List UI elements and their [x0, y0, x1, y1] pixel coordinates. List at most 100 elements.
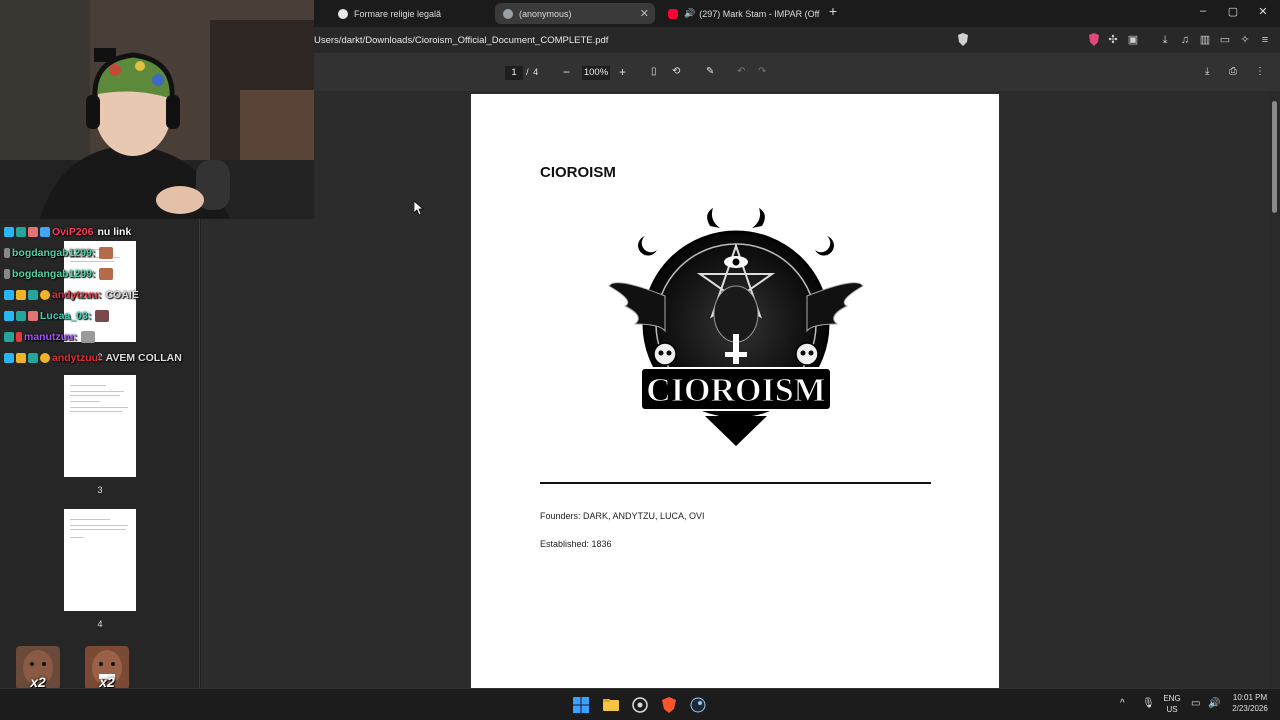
- redo-icon[interactable]: ↷: [758, 66, 766, 77]
- number-badge-icon: [40, 290, 50, 300]
- horizontal-rule: [540, 482, 931, 484]
- chat-username: andytzuu:: [52, 289, 102, 301]
- tray-overflow-icon[interactable]: ^: [1120, 698, 1125, 709]
- url-field[interactable]: Users/darkt/Downloads/Cioroism_Official_…: [314, 35, 608, 46]
- volume-icon[interactable]: 🔊: [1208, 698, 1220, 709]
- thumbnail-page[interactable]: [64, 375, 136, 477]
- network-icon[interactable]: ▭: [1191, 698, 1200, 709]
- file-explorer-icon[interactable]: [603, 697, 619, 713]
- subscriber-badge-icon: [16, 311, 26, 321]
- page-total: 4: [533, 67, 539, 78]
- brave-browser-icon[interactable]: [661, 697, 677, 713]
- subscriber-badge-icon: [28, 353, 38, 363]
- annotate-icon[interactable]: ✎: [706, 66, 714, 77]
- moderator-badge-icon: [4, 227, 14, 237]
- more-options-icon[interactable]: ⋮: [1255, 66, 1265, 77]
- emote-icon: [99, 268, 114, 280]
- thumbnail-line: [70, 407, 128, 408]
- chat-username: andytzuu:: [52, 352, 102, 364]
- moderator-badge-icon: [4, 353, 14, 363]
- site-favicon-icon: [338, 8, 348, 19]
- chat-message: andytzuu: AVEM COLLAN: [4, 350, 182, 366]
- thumbnail-line: [70, 401, 100, 402]
- close-tab-icon[interactable]: ✕: [640, 7, 649, 20]
- chat-username: Lucaa_03:: [40, 310, 92, 322]
- globe-icon: [503, 8, 513, 19]
- tab-formare-religie[interactable]: Formare religie legală: [330, 3, 490, 24]
- thumbnail-number: 4: [97, 619, 103, 629]
- chat-username: manutzuu:: [24, 331, 78, 343]
- chat-message: bogdangab1299:: [4, 245, 114, 261]
- page-separator: /: [526, 67, 529, 78]
- crown-badge-icon: [16, 353, 26, 363]
- pdf-download-icon[interactable]: ⤓: [1205, 66, 1209, 77]
- zoom-level-input[interactable]: 100%: [582, 66, 610, 80]
- subscriber-badge-icon: [28, 290, 38, 300]
- brave-shield-icon[interactable]: [956, 33, 970, 47]
- zoom-out-button[interactable]: −: [563, 65, 570, 79]
- extensions-icon[interactable]: ✣: [1106, 33, 1120, 47]
- emote-face-icon: x2: [85, 646, 129, 690]
- thumbnail-line: [70, 411, 122, 412]
- chat-username: bogdangab1299:: [12, 247, 96, 259]
- thumbnail-line: [70, 537, 84, 538]
- scrollbar-thumb[interactable]: [1272, 101, 1277, 213]
- webcam-feed: [0, 0, 314, 219]
- zoom-in-button[interactable]: +: [619, 65, 626, 79]
- established-text: Established: 1836: [540, 539, 612, 549]
- reader-mode-icon[interactable]: ▣: [1126, 33, 1140, 47]
- chat-message: andytzuu: COAIE: [4, 287, 139, 303]
- clock-date[interactable]: 2/23/2026: [1228, 704, 1272, 713]
- thumbnail-line: [70, 385, 106, 386]
- chat-username: OviP206: [52, 226, 94, 238]
- rotate-icon[interactable]: ⟲: [672, 66, 680, 77]
- tab-anonymous[interactable]: (anonymous) ✕: [495, 3, 655, 24]
- chat-username: bogdangab1299:: [12, 268, 96, 280]
- thumbnail-line: [70, 395, 120, 396]
- page-number-input[interactable]: 1: [505, 66, 523, 80]
- cioroism-emblem: CIOROISM: [608, 208, 864, 446]
- subscriber-badge-icon: [4, 332, 14, 342]
- youtube-icon: [668, 8, 678, 19]
- moderator-badge-icon: [4, 311, 14, 321]
- clock-time[interactable]: 10:01 PM: [1228, 693, 1272, 702]
- minimize-button[interactable]: –: [1191, 5, 1215, 17]
- new-tab-button[interactable]: +: [821, 3, 845, 19]
- wallet-icon[interactable]: ▭: [1218, 33, 1232, 47]
- founder-badge-icon: [28, 311, 38, 321]
- gem-badge-icon: [40, 227, 50, 237]
- music-icon[interactable]: ♫: [1178, 33, 1192, 47]
- language-top[interactable]: ENG: [1162, 694, 1182, 703]
- badge-icon: [4, 248, 10, 258]
- thumbnail-page[interactable]: [64, 509, 136, 611]
- thumbnail-number: 3: [97, 485, 103, 495]
- speaker-icon: 🔊: [684, 8, 696, 18]
- download-icon[interactable]: ⤓: [1158, 33, 1172, 47]
- close-window-button[interactable]: ✕: [1251, 5, 1275, 18]
- thumbnail-line: [70, 261, 114, 262]
- maximize-button[interactable]: ▢: [1221, 5, 1245, 18]
- obs-icon[interactable]: [632, 697, 648, 713]
- thumbnail-line: [70, 519, 110, 520]
- tab-label: (297) Mark Stam - IMPAR (Official: [699, 8, 820, 19]
- windows-start-icon[interactable]: [573, 697, 589, 713]
- undo-icon[interactable]: ↶: [737, 66, 745, 77]
- moderator-badge-icon: [4, 290, 14, 300]
- print-icon[interactable]: ⎙: [1229, 66, 1237, 77]
- microphone-icon[interactable]: 🎙: [1142, 698, 1155, 709]
- leo-ai-icon[interactable]: ✧: [1238, 33, 1252, 47]
- steam-icon[interactable]: [690, 697, 706, 713]
- chat-message: bogdangab1299:: [4, 266, 114, 282]
- sidebar-icon[interactable]: ▥: [1198, 33, 1212, 47]
- tab-youtube-mark-stam[interactable]: 🔊 (297) Mark Stam - IMPAR (Official: [660, 3, 820, 24]
- badge-icon: [4, 269, 10, 279]
- vertical-scrollbar[interactable]: [1270, 91, 1280, 688]
- emblem-text: CIOROISM: [646, 372, 825, 409]
- fit-page-icon[interactable]: ▯: [651, 66, 657, 77]
- chat-message: OviP206 nu link: [4, 224, 131, 240]
- webcam-overlay: [0, 0, 314, 219]
- menu-icon[interactable]: ≡: [1258, 33, 1272, 47]
- language-bottom[interactable]: US: [1162, 705, 1182, 714]
- emote-icon: [81, 331, 96, 343]
- brave-rewards-icon[interactable]: [1087, 33, 1101, 47]
